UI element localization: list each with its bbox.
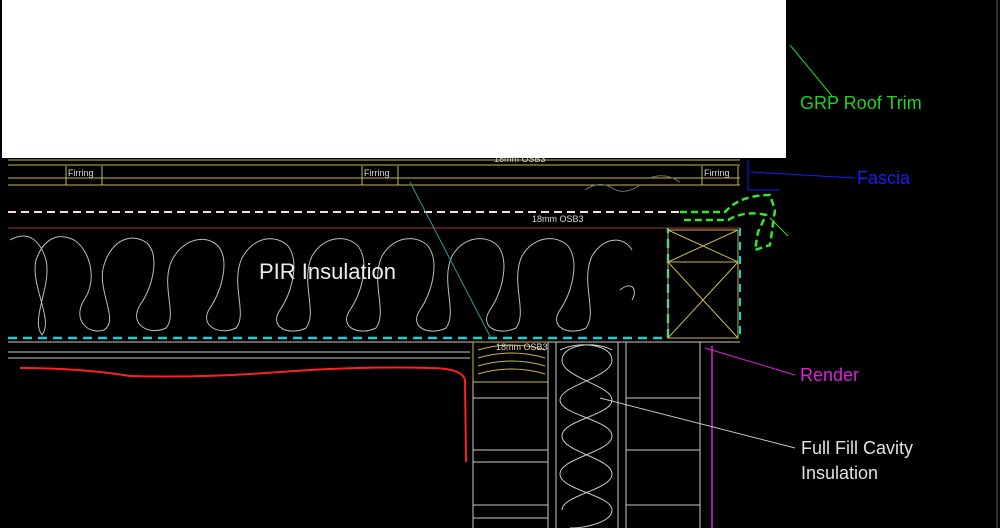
red-markup-line bbox=[19, 366, 467, 463]
render-leader bbox=[704, 347, 796, 376]
pir-insulation-label: PIR Insulation bbox=[259, 259, 396, 284]
pir-insulation-hatch bbox=[9, 235, 635, 336]
firring-label-1: Firring bbox=[68, 168, 94, 178]
outer-leaf bbox=[625, 342, 701, 528]
membrane-leader bbox=[409, 181, 493, 341]
overlay-panel bbox=[2, 0, 786, 158]
wall-plate bbox=[667, 229, 739, 339]
grp-trim-leader bbox=[789, 44, 833, 97]
cavity-callout-line2: Insulation bbox=[801, 463, 879, 483]
cavity-leader bbox=[599, 397, 796, 449]
osb-mid-label: 18mm OSB3 bbox=[532, 214, 584, 224]
grp-trim-callout: GRP Roof Trim bbox=[800, 93, 922, 113]
roof-section-drawing: 18mm OSB3 Firring Firring Firring 18mm O… bbox=[0, 0, 1000, 528]
cavity-callout: Full Fill Cavity Insulation bbox=[801, 436, 913, 486]
render-callout: Render bbox=[800, 365, 860, 385]
inner-leaf bbox=[472, 342, 549, 528]
osb-low-label: 18mm OSB3 bbox=[496, 342, 548, 352]
firring-label-2: Firring bbox=[364, 168, 390, 178]
firring-label-3: Firring bbox=[704, 168, 730, 178]
fascia-callout: Fascia bbox=[857, 168, 911, 188]
cavity-callout-line1: Full Fill Cavity bbox=[801, 438, 914, 458]
cavity-insulation-hatch bbox=[555, 342, 619, 528]
fascia-leader bbox=[749, 171, 856, 179]
